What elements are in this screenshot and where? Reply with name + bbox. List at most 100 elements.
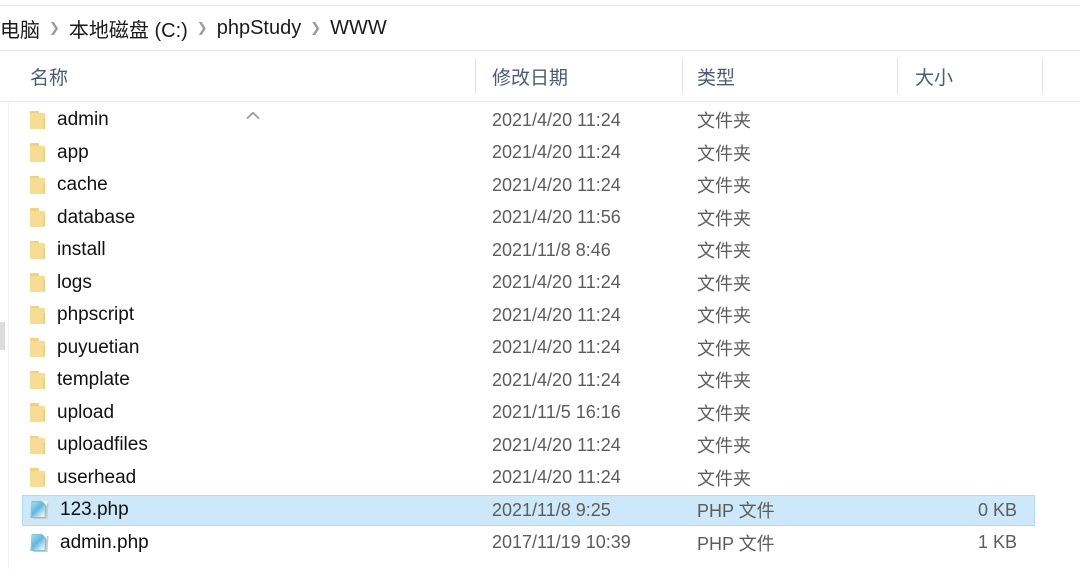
file-name-label: logs bbox=[57, 271, 92, 293]
file-date-label: 2021/11/8 9:25 bbox=[492, 499, 611, 520]
file-date-label: 2021/4/20 11:24 bbox=[492, 142, 621, 163]
file-type-cell: 文件夹 bbox=[697, 462, 887, 495]
folder-icon bbox=[30, 370, 47, 390]
file-row[interactable]: phpscript 2021/4/20 11:24 文件夹 bbox=[0, 299, 1080, 332]
file-type-label: 文件夹 bbox=[697, 371, 751, 392]
file-name-cell[interactable]: install bbox=[30, 234, 475, 267]
folder-icon bbox=[30, 435, 47, 455]
file-row[interactable]: database 2021/4/20 11:56 文件夹 bbox=[0, 202, 1080, 235]
file-row[interactable]: app 2021/4/20 11:24 文件夹 bbox=[0, 137, 1080, 170]
file-date-label: 2021/4/20 11:24 bbox=[492, 369, 621, 390]
file-type-label: 文件夹 bbox=[697, 241, 751, 262]
file-size-cell bbox=[880, 462, 1030, 495]
file-name-cell[interactable]: app bbox=[30, 137, 475, 170]
file-name-cell[interactable]: puyuetian bbox=[30, 332, 475, 365]
breadcrumb-item-2[interactable]: 本地磁盘 (C:) bbox=[69, 14, 188, 43]
file-type-cell: 文件夹 bbox=[697, 267, 887, 300]
file-name-label: puyuetian bbox=[57, 336, 140, 358]
file-name-cell[interactable]: cache bbox=[30, 169, 475, 202]
file-size-cell bbox=[880, 234, 1030, 267]
file-date-label: 2021/4/20 11:24 bbox=[492, 272, 621, 293]
file-row[interactable]: admin 2021/4/20 11:24 文件夹 bbox=[0, 104, 1080, 137]
file-date-cell: 2021/4/20 11:24 bbox=[492, 429, 672, 462]
file-name-cell[interactable]: upload bbox=[30, 397, 475, 430]
file-type-label: PHP 文件 bbox=[697, 533, 775, 554]
file-date-cell: 2021/4/20 11:24 bbox=[492, 137, 672, 170]
file-row[interactable]: cache 2021/4/20 11:24 文件夹 bbox=[0, 169, 1080, 202]
folder-icon bbox=[30, 305, 47, 325]
column-divider-4[interactable] bbox=[1042, 58, 1043, 94]
file-name-label: admin.php bbox=[60, 531, 149, 553]
file-name-cell[interactable]: admin.php bbox=[30, 527, 475, 560]
file-size-cell bbox=[880, 137, 1030, 170]
file-name-cell[interactable]: template bbox=[30, 364, 475, 397]
column-header-date-label: 修改日期 bbox=[492, 67, 569, 89]
file-name-label: database bbox=[57, 206, 136, 228]
column-divider-1[interactable] bbox=[475, 58, 476, 94]
file-type-cell: PHP 文件 bbox=[697, 527, 887, 560]
column-header-type-label: 类型 bbox=[697, 67, 736, 89]
file-row[interactable]: uploadfiles 2021/4/20 11:24 文件夹 bbox=[0, 429, 1080, 462]
file-name-label: phpscript bbox=[57, 304, 135, 326]
file-date-label: 2021/4/20 11:24 bbox=[492, 337, 621, 358]
file-size-cell bbox=[880, 397, 1030, 430]
file-date-label: 2021/4/20 11:24 bbox=[492, 434, 621, 455]
file-size-cell bbox=[880, 202, 1030, 235]
column-divider-3[interactable] bbox=[897, 58, 898, 94]
file-name-cell[interactable]: logs bbox=[30, 267, 475, 300]
file-row[interactable]: userhead 2021/4/20 11:24 文件夹 bbox=[0, 462, 1080, 495]
column-header-size[interactable]: 大小 bbox=[915, 51, 1035, 101]
column-header-name[interactable]: 名称 bbox=[30, 51, 450, 101]
file-type-label: 文件夹 bbox=[697, 403, 751, 424]
file-row[interactable]: puyuetian 2021/4/20 11:24 文件夹 bbox=[0, 332, 1080, 365]
file-type-label: 文件夹 bbox=[697, 273, 751, 294]
file-type-cell: 文件夹 bbox=[697, 202, 887, 235]
file-name-label: userhead bbox=[57, 466, 137, 488]
breadcrumb-separator-icon: ❯ bbox=[310, 19, 322, 35]
file-date-cell: 2021/4/20 11:24 bbox=[492, 267, 672, 300]
file-date-label: 2021/4/20 11:24 bbox=[492, 109, 621, 130]
file-name-cell[interactable]: admin bbox=[30, 104, 475, 137]
column-header-row: 名称 修改日期 类型 大小 bbox=[0, 51, 1080, 119]
breadcrumb-item-1[interactable]: 电脑 bbox=[0, 14, 40, 43]
folder-icon bbox=[30, 468, 47, 487]
file-row[interactable]: install 2021/11/8 8:46 文件夹 bbox=[0, 234, 1080, 267]
breadcrumb-separator-icon: ❯ bbox=[196, 19, 208, 35]
breadcrumb-item-3[interactable]: phpStudy bbox=[217, 17, 302, 40]
file-type-cell: 文件夹 bbox=[697, 104, 887, 137]
file-row[interactable]: logs 2021/4/20 11:24 文件夹 bbox=[0, 267, 1080, 300]
file-size-cell bbox=[880, 429, 1030, 462]
file-size-label: 1 KB bbox=[977, 532, 1017, 553]
file-row[interactable]: upload 2021/11/5 16:16 文件夹 bbox=[0, 397, 1080, 430]
file-row[interactable]: 123.php 2021/11/8 9:25 PHP 文件 0 KB bbox=[0, 494, 1080, 527]
breadcrumb-item-4[interactable]: WWW bbox=[330, 17, 387, 40]
file-list: admin 2021/4/20 11:24 文件夹 app 2021/4/20 11:2… bbox=[0, 104, 1080, 569]
file-size-cell bbox=[880, 299, 1030, 332]
file-name-label: app bbox=[57, 141, 89, 163]
file-type-label: 文件夹 bbox=[697, 306, 751, 327]
file-name-cell[interactable]: database bbox=[30, 202, 475, 235]
file-name-label: admin bbox=[57, 109, 109, 131]
file-name-label: install bbox=[57, 239, 106, 261]
file-date-cell: 2017/11/19 10:39 bbox=[492, 527, 672, 560]
file-type-label: 文件夹 bbox=[697, 436, 751, 457]
folder-icon bbox=[30, 240, 47, 260]
file-date-cell: 2021/4/20 11:24 bbox=[492, 104, 672, 137]
file-type-label: 文件夹 bbox=[697, 338, 751, 359]
file-row[interactable]: admin.php 2017/11/19 10:39 PHP 文件 1 KB bbox=[0, 527, 1080, 560]
file-type-cell: 文件夹 bbox=[697, 299, 887, 332]
folder-icon bbox=[30, 338, 47, 357]
file-size-label: 0 KB bbox=[977, 499, 1017, 520]
file-date-cell: 2021/4/20 11:56 bbox=[492, 202, 672, 235]
file-name-cell[interactable]: userhead bbox=[30, 462, 475, 495]
column-header-type[interactable]: 类型 bbox=[697, 51, 887, 101]
file-type-cell: 文件夹 bbox=[697, 332, 887, 365]
file-row[interactable]: template 2021/4/20 11:24 文件夹 bbox=[0, 364, 1080, 397]
file-name-cell[interactable]: uploadfiles bbox=[30, 429, 475, 462]
file-name-cell[interactable]: 123.php bbox=[30, 494, 475, 527]
column-header-date[interactable]: 修改日期 bbox=[492, 51, 652, 101]
file-name-cell[interactable]: phpscript bbox=[30, 299, 475, 332]
file-date-cell: 2021/4/20 11:24 bbox=[492, 299, 672, 332]
file-size-cell bbox=[880, 267, 1030, 300]
column-divider-2[interactable] bbox=[682, 58, 683, 94]
